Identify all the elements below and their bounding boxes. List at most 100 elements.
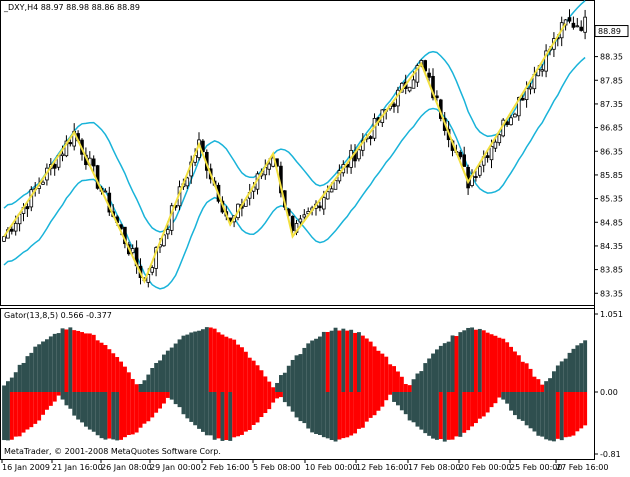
gator-upper-bar — [173, 343, 178, 392]
gator-lower-bar — [372, 392, 377, 416]
gator-upper-bar — [87, 333, 92, 392]
gator-upper-bar — [162, 354, 166, 392]
gator-lower-bar — [419, 392, 424, 430]
gator-lower-bar — [345, 392, 350, 438]
gator-lower-bar — [169, 392, 174, 400]
gator-upper-bar — [267, 381, 272, 392]
gator-upper-bar — [146, 374, 151, 392]
gator-lower-bar — [212, 392, 217, 440]
gator-lower-bar — [76, 392, 81, 420]
gator-upper-bar — [228, 338, 233, 392]
gator-lower-bar — [177, 392, 182, 408]
gator-upper-bar — [427, 358, 432, 392]
price-tick-label: 86.85 — [600, 124, 623, 133]
gator-lower-bar — [37, 392, 42, 421]
gator-lower-bar — [134, 392, 139, 433]
gator-lower-bar — [115, 392, 120, 441]
current-price-marker: 88.89 — [594, 25, 629, 38]
gator-upper-bar — [396, 371, 400, 392]
gator-lower-bar — [189, 392, 194, 422]
gator-upper-bar — [294, 355, 299, 392]
gator-upper-bar — [567, 352, 572, 392]
gator-upper-bar — [204, 327, 209, 392]
gator-upper-bar — [255, 365, 260, 392]
gator-upper-bar — [52, 333, 57, 392]
gator-lower-bar — [555, 392, 560, 439]
gator-upper-bar — [247, 357, 252, 392]
gator-upper-bar — [68, 327, 73, 392]
gator-upper-bar — [111, 353, 116, 392]
time-tick-label: 25 Feb 00:00 — [510, 463, 562, 472]
gator-lower-bar — [583, 392, 588, 426]
gator-upper-bar — [349, 329, 354, 392]
gator-upper-bar — [552, 371, 556, 392]
gator-lower-bar — [208, 392, 213, 436]
gator-upper-bar — [158, 360, 162, 392]
gator-lower-bar — [314, 392, 318, 434]
gator-lower-bar — [509, 392, 513, 411]
gator-lower-bar — [197, 392, 201, 429]
gator-lower-bar — [520, 392, 525, 421]
gator-lower-bar — [544, 392, 549, 440]
gator-upper-bar — [286, 365, 291, 392]
time-tick-label: 10 Feb 00:00 — [305, 463, 357, 472]
gator-upper-bar — [138, 383, 143, 392]
current-price-label: 88.89 — [598, 27, 621, 36]
gator-upper-bar — [130, 378, 135, 392]
gator-lower-bar — [126, 392, 131, 435]
gator-upper-bar — [403, 384, 408, 392]
gator-lower-bar — [302, 392, 307, 424]
gator-lower-bar — [481, 392, 486, 417]
gator-upper-bar — [115, 357, 120, 392]
gator-lower-bar — [474, 392, 478, 424]
gator-upper-bar — [438, 345, 443, 392]
gator-lower-bar — [251, 392, 256, 425]
gator-lower-bar — [263, 392, 268, 414]
gator-lower-bar — [95, 392, 100, 436]
gator-upper-bar — [392, 366, 396, 392]
gator-upper-bar — [485, 332, 490, 392]
gator-lower-bar — [9, 392, 14, 440]
gator-lower-bar — [236, 392, 240, 437]
gator-upper-bar — [64, 329, 69, 392]
gator-lower-bar — [552, 392, 556, 442]
gator-lower-bar — [17, 392, 22, 437]
gator-upper-bar — [48, 336, 53, 392]
gator-lower-bar — [563, 392, 568, 438]
gator-upper-bar — [583, 340, 588, 392]
gator-upper-bar — [2, 385, 6, 392]
gator-tick-label: -0.81 — [600, 450, 621, 459]
gator-lower-bar — [571, 392, 576, 436]
gator-upper-bar — [95, 340, 100, 392]
gator-upper-bar — [474, 329, 478, 392]
chart-canvas[interactable]: 88.35 87.85 87.35 86.85 86.35 85.85 85.35 84.85… — [0, 0, 630, 473]
gator-lower-bar — [279, 392, 283, 398]
gator-upper-bar — [201, 329, 205, 392]
gator-upper-bar — [41, 341, 45, 392]
gator-lower-bar — [321, 392, 326, 438]
price-tick-label: 85.85 — [600, 171, 623, 180]
time-tick-label: 17 Feb 08:00 — [408, 463, 460, 472]
gator-upper-bar — [466, 327, 471, 392]
gator-lower-bar — [466, 392, 471, 431]
gator-upper-bar — [212, 328, 217, 392]
gator-tick-label: 1.051 — [600, 310, 623, 319]
gator-upper-bar — [232, 339, 237, 392]
gator-upper-bar — [123, 366, 127, 392]
gator-upper-bar — [126, 372, 131, 392]
gator-lower-bar — [567, 392, 572, 437]
time-tick-label: 5 Feb 08:00 — [253, 463, 300, 472]
gator-lower-bar — [349, 392, 354, 436]
gator-lower-bar — [56, 392, 61, 396]
gator-lower-bar — [282, 392, 287, 403]
gator-lower-bar — [111, 392, 116, 440]
gator-lower-bar — [68, 392, 73, 409]
price-tick-label: 88.35 — [600, 53, 623, 62]
gator-lower-bar — [298, 392, 303, 422]
gator-tick-label: 0.00 — [600, 388, 618, 397]
gator-lower-bar — [119, 392, 123, 440]
gator-upper-bar — [450, 335, 455, 392]
gator-lower-bar — [52, 392, 57, 402]
gator-upper-bar — [454, 336, 459, 392]
gator-upper-bar — [540, 384, 545, 392]
